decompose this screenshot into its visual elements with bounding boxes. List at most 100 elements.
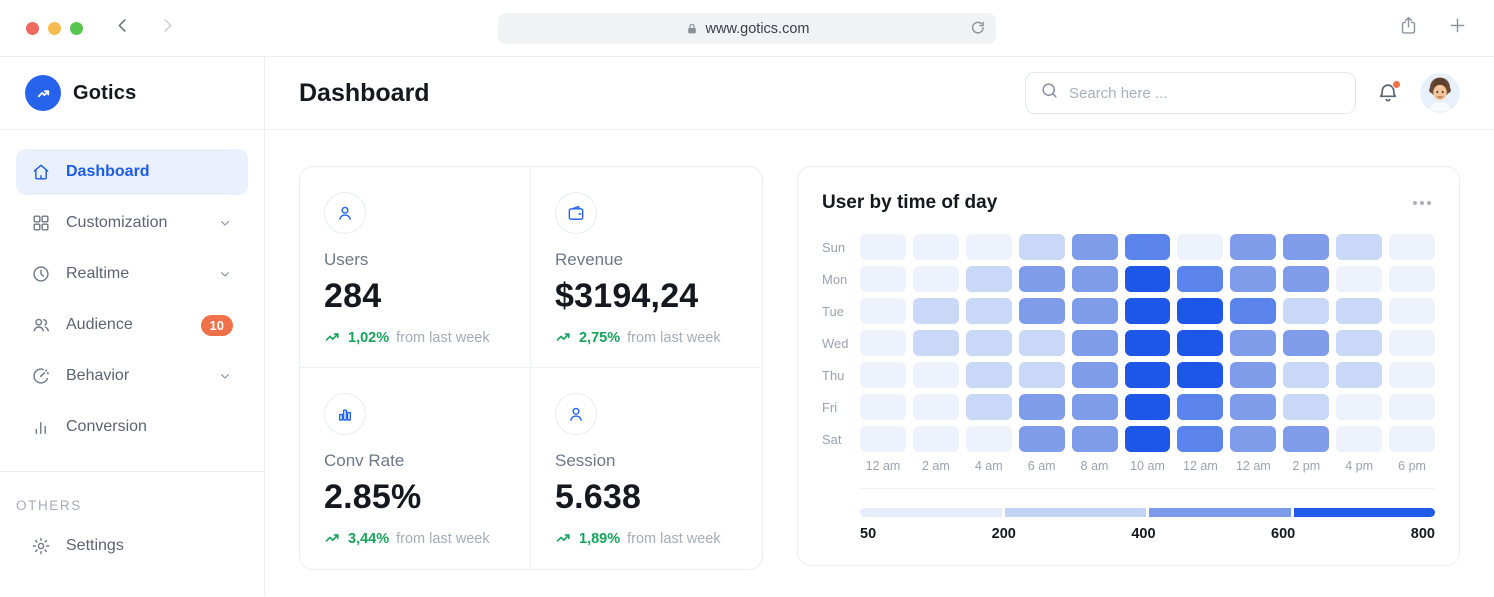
heatmap-cell bbox=[1177, 234, 1223, 260]
heatmap-cell bbox=[966, 298, 1012, 324]
address-bar[interactable]: www.gotics.com bbox=[498, 13, 996, 44]
heatmap-cell bbox=[860, 426, 906, 452]
heatmap-cell bbox=[860, 394, 906, 420]
heatmap-cell bbox=[1177, 298, 1223, 324]
chevron-down-icon[interactable] bbox=[217, 266, 233, 282]
heatmap-cell bbox=[1072, 266, 1118, 292]
heatmap-cell bbox=[1072, 362, 1118, 388]
time-label: 4 pm bbox=[1336, 459, 1382, 473]
minimize-window-button[interactable] bbox=[48, 22, 61, 35]
time-label: 4 am bbox=[966, 459, 1012, 473]
stat-trend: 2,75%from last week bbox=[555, 329, 738, 346]
window-controls bbox=[26, 22, 83, 35]
more-options-icon[interactable] bbox=[1409, 197, 1435, 209]
heatmap-cell bbox=[1336, 394, 1382, 420]
legend-value: 800 bbox=[1411, 526, 1435, 542]
legend-value: 50 bbox=[860, 526, 876, 542]
brand-name: Gotics bbox=[73, 82, 136, 105]
browser-back-icon[interactable] bbox=[113, 16, 132, 40]
heatmap-row-fri: Fri bbox=[822, 394, 1435, 420]
close-window-button[interactable] bbox=[26, 22, 39, 35]
heatmap-time-axis: 12 am2 am4 am6 am8 am10 am12 am12 am2 pm… bbox=[822, 459, 1435, 473]
sidebar-item-dashboard[interactable]: Dashboard bbox=[16, 149, 248, 195]
heatmap-cell bbox=[1336, 362, 1382, 388]
heatmap-cell bbox=[1177, 426, 1223, 452]
sidebar-item-customization[interactable]: Customization bbox=[16, 200, 248, 246]
notifications-bell-icon[interactable] bbox=[1376, 81, 1400, 105]
heatmap-cell bbox=[966, 426, 1012, 452]
sidebar-item-label: Realtime bbox=[66, 265, 129, 283]
stat-value: 5.638 bbox=[555, 478, 738, 517]
heatmap-cell bbox=[1283, 234, 1329, 260]
stat-label: Users bbox=[324, 250, 506, 270]
reload-icon[interactable] bbox=[969, 19, 987, 41]
legend-value: 600 bbox=[1271, 526, 1295, 542]
sidebar-item-audience[interactable]: Audience10 bbox=[16, 302, 248, 348]
chevron-down-icon[interactable] bbox=[217, 215, 233, 231]
heatmap-cell bbox=[966, 330, 1012, 356]
heatmap-cell bbox=[1072, 426, 1118, 452]
clock-icon bbox=[31, 264, 51, 284]
legend-segment bbox=[1149, 508, 1291, 517]
heatmap-cell bbox=[966, 394, 1012, 420]
time-label: 2 pm bbox=[1283, 459, 1329, 473]
heatmap-cell bbox=[1283, 426, 1329, 452]
new-tab-icon[interactable] bbox=[1447, 15, 1468, 41]
heatmap-cell bbox=[860, 330, 906, 356]
browser-forward-icon[interactable] bbox=[158, 16, 177, 40]
search-box[interactable] bbox=[1025, 72, 1356, 114]
sidebar-item-realtime[interactable]: Realtime bbox=[16, 251, 248, 297]
heatmap-cell bbox=[1230, 266, 1276, 292]
heatmap-cell bbox=[1336, 298, 1382, 324]
heatmap-cell bbox=[1389, 298, 1435, 324]
heatmap-grid: SunMonTueWedThuFriSat bbox=[822, 234, 1435, 452]
sidebar-item-label: Customization bbox=[66, 214, 167, 232]
user-icon bbox=[555, 393, 597, 435]
stat-trend: 1,02%from last week bbox=[324, 329, 506, 346]
bars-icon bbox=[31, 417, 51, 437]
heatmap-card: User by time of day SunMonTueWedThuFriSa… bbox=[797, 166, 1460, 566]
heatmap-cell bbox=[1336, 234, 1382, 260]
legend-segment bbox=[1005, 508, 1147, 517]
avatar[interactable] bbox=[1420, 73, 1460, 113]
search-input[interactable] bbox=[1069, 85, 1341, 102]
heatmap-cell bbox=[1019, 394, 1065, 420]
heatmap-cell bbox=[1072, 394, 1118, 420]
day-label: Sat bbox=[822, 432, 860, 447]
stat-trend: 3,44%from last week bbox=[324, 530, 506, 547]
heatmap-cell bbox=[1230, 234, 1276, 260]
heatmap-cell bbox=[860, 266, 906, 292]
time-label: 6 pm bbox=[1389, 459, 1435, 473]
stat-value: 2.85% bbox=[324, 478, 506, 517]
chevron-down-icon[interactable] bbox=[217, 368, 233, 384]
sidebar-item-conversion[interactable]: Conversion bbox=[16, 404, 248, 450]
heatmap-cell bbox=[1125, 426, 1171, 452]
sidebar-item-behavior[interactable]: Behavior bbox=[16, 353, 248, 399]
trend-delta: 1,02% bbox=[348, 330, 389, 346]
heatmap-cell bbox=[1283, 362, 1329, 388]
heatmap-cell bbox=[1389, 330, 1435, 356]
heatmap-cell bbox=[913, 330, 959, 356]
heatmap-cell bbox=[966, 362, 1012, 388]
share-icon[interactable] bbox=[1398, 15, 1419, 41]
heatmap-cell bbox=[913, 426, 959, 452]
chart-icon bbox=[324, 393, 366, 435]
heatmap-row-tue: Tue bbox=[822, 298, 1435, 324]
trend-up-icon bbox=[555, 530, 572, 547]
heatmap-cell bbox=[1019, 298, 1065, 324]
day-label: Wed bbox=[822, 336, 860, 351]
day-label: Thu bbox=[822, 368, 860, 383]
heatmap-cell bbox=[1125, 362, 1171, 388]
sidebar-section-label: OTHERS bbox=[0, 472, 264, 523]
gear-icon bbox=[31, 536, 51, 556]
zoom-window-button[interactable] bbox=[70, 22, 83, 35]
trend-up-icon bbox=[324, 530, 341, 547]
heatmap-cell bbox=[913, 362, 959, 388]
sidebar-item-settings[interactable]: Settings bbox=[16, 523, 248, 569]
stat-value: $3194,24 bbox=[555, 277, 738, 316]
url-text: www.gotics.com bbox=[706, 21, 810, 37]
heatmap-cell bbox=[1389, 234, 1435, 260]
heatmap-row-sun: Sun bbox=[822, 234, 1435, 260]
heatmap-row-thu: Thu bbox=[822, 362, 1435, 388]
heatmap-cell bbox=[1019, 234, 1065, 260]
